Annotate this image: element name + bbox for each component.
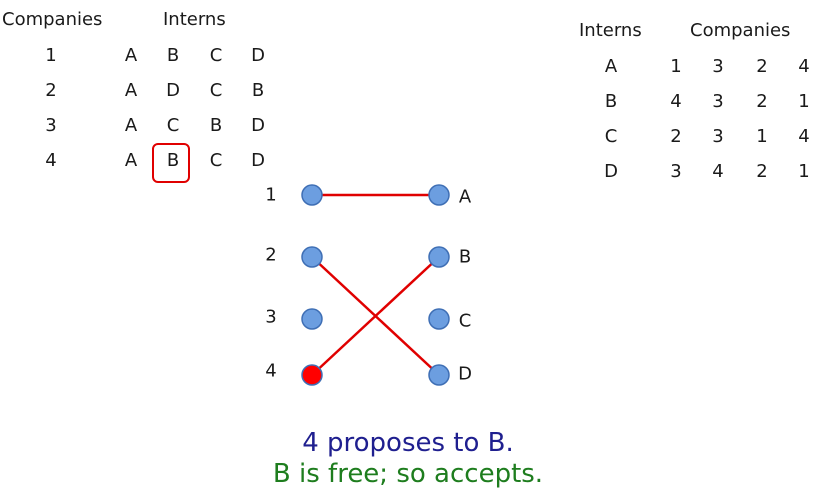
node-label-intern-A: A (459, 187, 472, 208)
caption-line-2: B is free; so accepts. (272, 459, 544, 489)
matching-graph: 1 2 3 4 A B C D (265, 184, 472, 386)
node-label-company-3: 3 (265, 307, 276, 328)
node-company-4 (301, 364, 323, 386)
node-company-2 (301, 246, 323, 268)
node-company-1 (301, 184, 323, 206)
node-intern-A (428, 184, 450, 206)
graph-edges (311, 193, 440, 376)
node-label-company-1: 1 (265, 185, 276, 206)
node-label-intern-B: B (459, 247, 471, 268)
node-label-company-2: 2 (265, 245, 276, 266)
caption-line-1: 4 proposes to B. (302, 428, 514, 458)
node-label-intern-C: C (459, 311, 472, 332)
node-intern-C (428, 308, 450, 330)
graph-labels: 1 2 3 4 A B C D (265, 185, 472, 385)
node-company-3 (301, 308, 323, 330)
node-label-intern-D: D (458, 364, 472, 385)
graph-nodes (301, 184, 450, 386)
node-intern-D (428, 364, 450, 386)
node-label-company-4: 4 (265, 361, 276, 382)
node-intern-B (428, 246, 450, 268)
